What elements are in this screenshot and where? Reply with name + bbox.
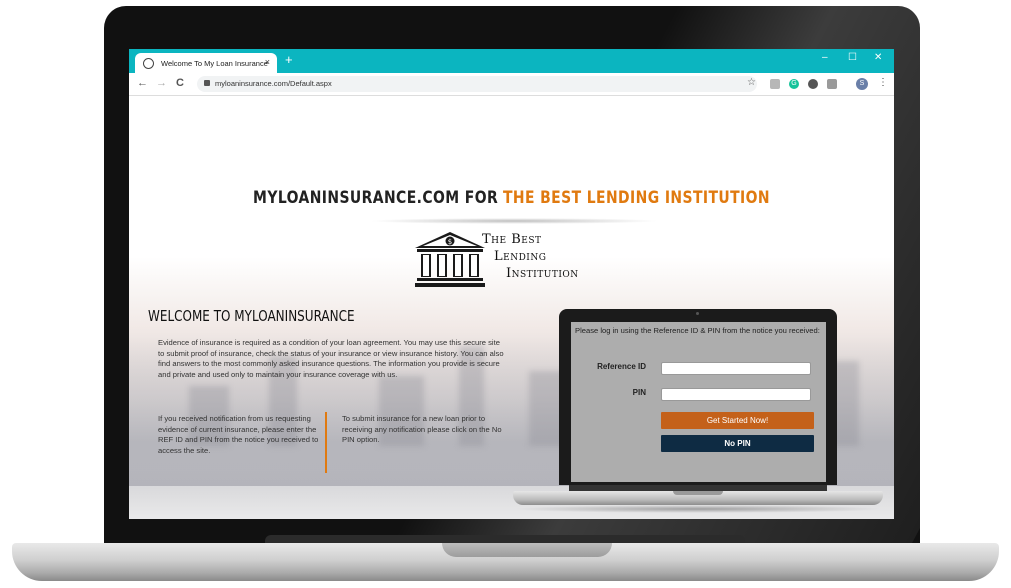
browser-window: Welcome To My Loan Insurance × + – ☐ ✕ ←… <box>129 49 894 519</box>
bank-building-icon: $ <box>415 232 485 287</box>
dollar-symbol: $ <box>448 238 452 246</box>
page-content: MYLOANINSURANCE.COM FOR THE BEST LENDING… <box>129 96 894 519</box>
instructions-new-loan: To submit insurance for a new loan prior… <box>342 414 502 445</box>
browser-toolbar: ← → C myloaninsurance.com/Default.aspx ☆… <box>129 73 894 96</box>
laptop-notch <box>442 543 612 557</box>
laptop-base <box>12 543 999 581</box>
page-headline: MYLOANINSURANCE.COM FOR THE BEST LENDING… <box>198 188 825 208</box>
mini-laptop-notch <box>673 491 723 495</box>
reference-id-input[interactable] <box>661 362 811 375</box>
maximize-icon[interactable]: ☐ <box>848 52 857 63</box>
welcome-title: WELCOME TO MYLOANINSURANCE <box>148 307 355 325</box>
login-message: Please log in using the Reference ID & P… <box>575 326 820 335</box>
headline-divider <box>369 218 659 224</box>
grammarly-icon[interactable]: G <box>789 79 799 89</box>
extension-circle-icon[interactable] <box>808 79 818 89</box>
extension-gray-icon[interactable] <box>770 79 780 89</box>
logo-line-2: Lending <box>494 249 547 264</box>
headline-institution: THE BEST LENDING INSTITUTION <box>502 188 770 208</box>
column-divider <box>325 412 327 473</box>
instructions-existing: If you received notification from us req… <box>158 414 319 455</box>
tab-close-icon[interactable]: × <box>265 57 270 67</box>
pin-label: PIN <box>632 388 646 397</box>
intro-paragraph: Evidence of insurance is required as a c… <box>158 338 504 379</box>
extension-box-icon[interactable] <box>827 79 837 89</box>
menu-icon[interactable]: ⋮ <box>878 77 888 88</box>
login-panel <box>571 322 826 482</box>
profile-avatar[interactable]: S <box>856 78 868 90</box>
lock-icon <box>204 80 210 86</box>
mini-laptop-shadow <box>513 505 883 513</box>
reference-id-label: Reference ID <box>597 362 646 371</box>
logo-line-1: The Best <box>482 232 542 247</box>
headline-site: MYLOANINSURANCE.COM FOR <box>253 188 499 208</box>
mini-laptop-base <box>513 491 883 505</box>
camera-dot <box>696 312 699 315</box>
back-icon[interactable]: ← <box>137 77 148 89</box>
pin-input[interactable] <box>661 388 811 401</box>
tab-bar: Welcome To My Loan Insurance × + – ☐ ✕ <box>129 49 894 73</box>
url-text: myloaninsurance.com/Default.aspx <box>215 79 332 88</box>
forward-icon[interactable]: → <box>156 77 167 89</box>
tab-title: Welcome To My Loan Insurance <box>161 58 268 68</box>
get-started-button[interactable]: Get Started Now! <box>661 412 814 429</box>
reload-icon[interactable]: C <box>176 77 184 89</box>
browser-tab[interactable]: Welcome To My Loan Insurance × <box>135 53 277 73</box>
institution-logo: $ The Best Lending Institution <box>415 230 615 290</box>
new-tab-button[interactable]: + <box>285 52 293 67</box>
address-bar[interactable]: myloaninsurance.com/Default.aspx <box>197 76 757 92</box>
logo-line-3: Institution <box>506 266 579 281</box>
globe-icon <box>143 57 154 69</box>
bookmark-star-icon[interactable]: ☆ <box>747 77 756 88</box>
minimize-icon[interactable]: – <box>822 52 828 63</box>
no-pin-button[interactable]: No PIN <box>661 435 814 452</box>
close-window-icon[interactable]: ✕ <box>874 52 882 63</box>
